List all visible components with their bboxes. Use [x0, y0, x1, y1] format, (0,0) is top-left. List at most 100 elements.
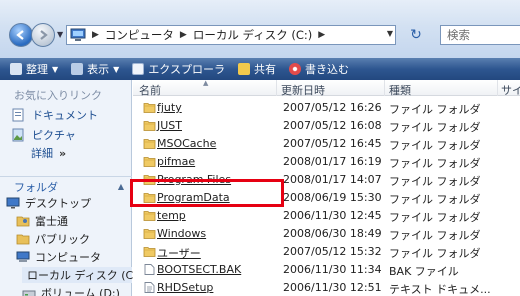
breadcrumb-separator-icon[interactable]: ▶	[92, 30, 99, 40]
address-bar-area: ▼ ▶ コンピュータ ▶ ローカル ディスク (C:) ▶ ▼ ↻ 検索	[0, 0, 520, 58]
folder-icon	[16, 234, 30, 245]
navigation-pane: お気に入りリンク ドキュメント ピクチャ 詳細 » フォルダ ▲ デスクトップ 富…	[0, 80, 134, 296]
more-links-button[interactable]: 詳細 »	[31, 145, 66, 161]
chevron-up-icon: ▲	[117, 182, 124, 191]
burn-button[interactable]: 書き込む	[288, 61, 349, 77]
file-row[interactable]: Windows 2008/06/30 18:49 ファイル フォルダ	[133, 225, 520, 243]
text-file-icon	[144, 282, 155, 293]
command-toolbar: 整理 ▼ 表示 ▼ エクスプローラ 共有 書き込む	[0, 58, 520, 80]
file-row[interactable]: ユーザー 2007/05/12 15:32 ファイル フォルダ	[133, 243, 520, 261]
breadcrumb-separator-icon[interactable]: ▶	[180, 30, 187, 40]
share-button[interactable]: 共有	[237, 61, 276, 77]
organize-button[interactable]: 整理 ▼	[10, 61, 58, 77]
column-header-type[interactable]: 種類	[389, 82, 411, 98]
file-type: ファイル フォルダ	[389, 247, 481, 260]
desktop-icon	[6, 197, 20, 209]
tree-item-desktop[interactable]: デスクトップ	[6, 195, 91, 211]
file-row[interactable]: pifmae 2008/01/17 16:19 ファイル フォルダ	[133, 153, 520, 171]
tree-item-computer[interactable]: コンピュータ	[16, 249, 101, 265]
forward-button[interactable]	[31, 23, 55, 47]
file-type: ファイル フォルダ	[389, 193, 481, 206]
file-type: ファイル フォルダ	[389, 211, 481, 224]
file-row[interactable]: fjuty 2007/05/12 16:26 ファイル フォルダ	[133, 99, 520, 117]
tree-item-label: ボリューム (D:)	[41, 287, 120, 296]
address-box[interactable]: ▶ コンピュータ ▶ ローカル ディスク (C:) ▶ ▼	[66, 25, 396, 45]
file-date: 2006/11/30 11:34	[283, 263, 382, 276]
computer-icon	[16, 251, 30, 262]
file-date: 2007/05/12 16:26	[283, 101, 382, 114]
organize-icon	[10, 63, 22, 75]
file-date: 2007/05/12 15:32	[283, 245, 382, 258]
favorite-documents[interactable]: ドキュメント	[12, 107, 98, 123]
search-input[interactable]: 検索	[440, 25, 520, 45]
file-type: ファイル フォルダ	[389, 157, 481, 170]
file-name[interactable]: JUST	[157, 119, 182, 132]
column-header-name[interactable]: 名前	[139, 82, 161, 98]
file-name[interactable]: ProgramData	[157, 191, 230, 204]
favorite-label: ドキュメント	[32, 109, 98, 122]
share-label: 共有	[253, 63, 276, 76]
breadcrumb-local-disk[interactable]: ローカル ディスク (C:)	[193, 27, 312, 43]
back-button[interactable]	[9, 23, 33, 47]
chevron-down-icon: ▼	[113, 64, 120, 74]
tree-item-local-disk-c[interactable]: ローカル ディスク (C	[22, 267, 134, 283]
file-date: 2008/06/19 15:30	[283, 191, 382, 204]
explorer-label: エクスプローラ	[148, 63, 225, 76]
refresh-icon: ↻	[410, 27, 422, 43]
address-dropdown-icon[interactable]: ▼	[387, 29, 393, 38]
file-row[interactable]: MSOCache 2007/05/12 16:45 ファイル フォルダ	[133, 135, 520, 153]
folder-icon	[143, 139, 156, 149]
file-row[interactable]: RHDSetup 2006/11/30 12:51 テキスト ドキュメ...	[133, 279, 520, 296]
tree-item-label: パブリック	[35, 233, 90, 246]
user-folder-icon	[16, 216, 30, 227]
folder-icon	[143, 121, 156, 131]
tree-item-volume-d[interactable]: ボリューム (D:)	[22, 285, 120, 296]
column-divider[interactable]	[497, 80, 498, 96]
file-name[interactable]: temp	[157, 209, 186, 222]
file-row[interactable]: temp 2006/11/30 12:45 ファイル フォルダ	[133, 207, 520, 225]
folders-label: フォルダ	[14, 180, 58, 194]
file-row[interactable]: JUST 2007/05/12 16:08 ファイル フォルダ	[133, 117, 520, 135]
file-name[interactable]: MSOCache	[157, 137, 216, 150]
column-divider[interactable]	[276, 80, 277, 96]
tree-item-label: ローカル ディスク (C	[27, 269, 134, 282]
folder-icon	[143, 229, 156, 239]
tree-item-user[interactable]: 富士通	[16, 213, 68, 229]
file-name[interactable]: BOOTSECT.BAK	[157, 263, 241, 276]
views-icon	[71, 63, 84, 75]
file-name[interactable]: Windows	[157, 227, 206, 240]
favorite-pictures[interactable]: ピクチャ	[12, 127, 76, 143]
file-type: ファイル フォルダ	[389, 121, 481, 134]
folder-icon	[143, 211, 156, 221]
file-row[interactable]: ProgramData 2008/06/19 15:30 ファイル フォルダ	[133, 189, 520, 207]
back-arrow-icon	[16, 30, 24, 40]
folder-icon	[143, 247, 156, 257]
breadcrumb-separator-icon[interactable]: ▶	[318, 30, 325, 40]
column-header-date[interactable]: 更新日時	[281, 82, 325, 98]
explorer-button[interactable]: エクスプローラ	[132, 61, 225, 77]
file-name[interactable]: ユーザー	[157, 245, 201, 261]
file-type: ファイル フォルダ	[389, 175, 481, 188]
breadcrumb-computer[interactable]: コンピュータ	[105, 27, 174, 43]
column-header-size[interactable]: サイズ	[501, 82, 520, 98]
file-name[interactable]: pifmae	[157, 155, 195, 168]
file-type: ファイル フォルダ	[389, 139, 481, 152]
file-date: 2008/01/17 16:19	[283, 155, 382, 168]
file-name[interactable]: Program Files	[157, 173, 231, 186]
tree-item-public[interactable]: パブリック	[16, 231, 90, 247]
refresh-button[interactable]: ↻	[400, 25, 432, 45]
more-label: 詳細	[31, 147, 53, 160]
double-chevron-icon: »	[59, 147, 67, 160]
favorite-label: ピクチャ	[32, 129, 76, 142]
folders-header[interactable]: フォルダ ▲	[0, 176, 132, 196]
favorite-links-header: お気に入りリンク	[14, 89, 102, 102]
file-row[interactable]: Program Files 2008/01/17 14:07 ファイル フォルダ	[133, 171, 520, 189]
history-dropdown-icon[interactable]: ▼	[57, 30, 65, 40]
file-date: 2006/11/30 12:45	[283, 209, 382, 222]
file-date: 2006/11/30 12:51	[283, 281, 382, 294]
file-name[interactable]: RHDSetup	[157, 281, 213, 294]
column-divider[interactable]	[384, 80, 385, 96]
file-row[interactable]: BOOTSECT.BAK 2006/11/30 11:34 BAK ファイル	[133, 261, 520, 279]
file-name[interactable]: fjuty	[157, 101, 182, 114]
views-button[interactable]: 表示 ▼	[71, 61, 119, 77]
